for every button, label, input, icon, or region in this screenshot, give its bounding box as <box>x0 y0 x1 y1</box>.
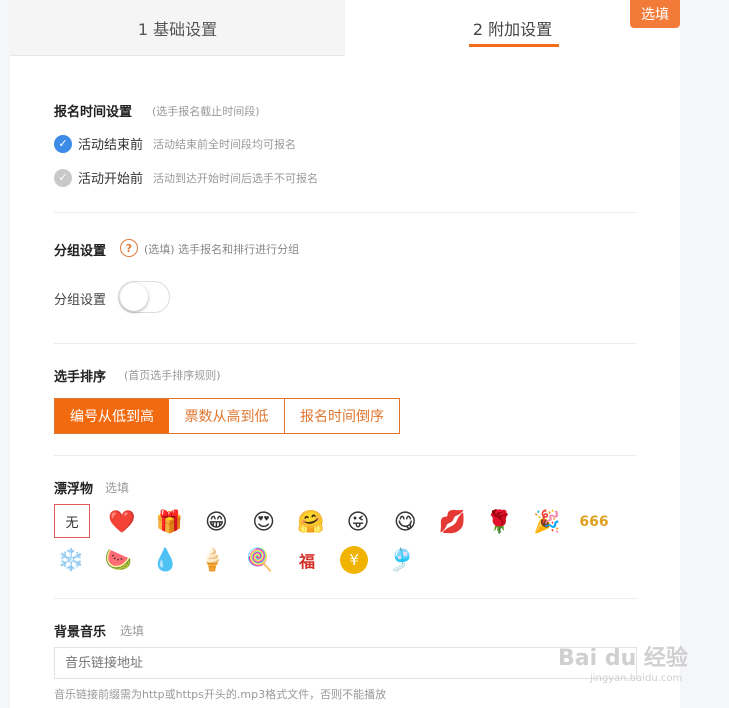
gift-icon[interactable]: 🎁 <box>152 505 186 539</box>
group-settings-hint: (选填) 选手报名和排行进行分组 <box>144 243 300 256</box>
party-popper-icon[interactable]: 🎉 <box>530 505 564 539</box>
droplet-icon[interactable]: 💧 <box>148 543 182 577</box>
optional-badge: 选填 <box>630 0 680 28</box>
wink-tongue-icon[interactable]: 😜 <box>341 505 375 539</box>
sort-by-signup-time-button[interactable]: 报名时间倒序 <box>284 398 400 434</box>
heart-icon[interactable]: ❤️ <box>105 505 139 539</box>
sort-by-number-button[interactable]: 编号从低到高 <box>54 398 170 434</box>
tab-basic-settings[interactable]: 1 基础设置 <box>10 0 345 56</box>
radio-before-end[interactable]: ✓ 活动结束前 活动结束前全时间段均可报名 <box>54 134 296 153</box>
checked-icon: ✓ <box>54 134 72 153</box>
lips-icon[interactable]: 💋 <box>435 505 469 539</box>
music-url-input[interactable] <box>54 647 637 679</box>
sort-by-votes-button[interactable]: 票数从高到低 <box>169 398 285 434</box>
section-divider <box>54 598 637 599</box>
unchecked-icon: ✓ <box>54 168 72 187</box>
radio-description: 活动到达开始时间后选手不可报名 <box>153 171 319 185</box>
baidu-watermark-url: jingyan.baidu.com <box>590 673 683 684</box>
group-settings-title: 分组设置 <box>54 244 107 259</box>
toggle-knob <box>120 283 148 311</box>
ice-cream-icon[interactable]: 🍦 <box>196 543 230 577</box>
group-toggle-switch[interactable] <box>118 281 170 313</box>
section-divider <box>54 343 637 344</box>
radio-description: 活动结束前全时间段均可报名 <box>153 137 297 151</box>
chinese-knot-icon[interactable]: 🎐 <box>384 543 418 577</box>
gold-coin-icon[interactable]: ¥ <box>340 546 369 574</box>
snowflake-icon[interactable]: ❄️ <box>54 543 88 577</box>
ranking-title: 选手排序 <box>54 370 107 385</box>
radio-label: 活动开始前 <box>78 172 144 187</box>
section-divider <box>54 455 637 456</box>
grin-icon[interactable]: 😁 <box>199 505 233 539</box>
float-none-option[interactable]: 无 <box>54 504 90 538</box>
signup-time-hint: (选手报名截止时间段) <box>152 105 260 118</box>
music-url-note: 音乐链接前缀需为http或https开头的.mp3格式文件，否则不能播放 <box>54 688 387 701</box>
fu-icon[interactable]: 福 <box>290 543 324 577</box>
music-hint: 选填 <box>120 624 145 638</box>
radio-before-start[interactable]: ✓ 活动开始前 活动到达开始时间后选手不可报名 <box>54 168 318 187</box>
floats-hint: 选填 <box>105 481 130 495</box>
section-divider <box>54 212 637 213</box>
help-icon[interactable]: ? <box>120 239 138 257</box>
active-tab-indicator <box>469 44 559 47</box>
blush-hands-icon[interactable]: 🤗 <box>294 505 328 539</box>
ranking-hint: (首页选手排序规则) <box>124 369 221 382</box>
heart-eyes-icon[interactable]: 😍 <box>247 505 281 539</box>
rose-icon[interactable]: 🌹 <box>483 505 517 539</box>
floats-title: 漂浮物 <box>54 482 94 497</box>
signup-time-title: 报名时间设置 <box>54 105 133 120</box>
lollipop-icon[interactable]: 🍭 <box>243 543 277 577</box>
666-icon[interactable]: 666 <box>577 505 611 539</box>
radio-label: 活动结束前 <box>78 138 144 153</box>
baidu-watermark: Bai du 经验 <box>558 646 688 671</box>
group-toggle-label: 分组设置 <box>54 293 107 308</box>
watermelon-icon[interactable]: 🍉 <box>101 543 135 577</box>
music-title: 背景音乐 <box>54 625 107 640</box>
yum-icon[interactable]: 😋 <box>388 505 422 539</box>
settings-panel: 1 基础设置 2 附加设置 选填 报名时间设置 (选手报名截止时间段) ✓ 活动… <box>10 0 680 708</box>
